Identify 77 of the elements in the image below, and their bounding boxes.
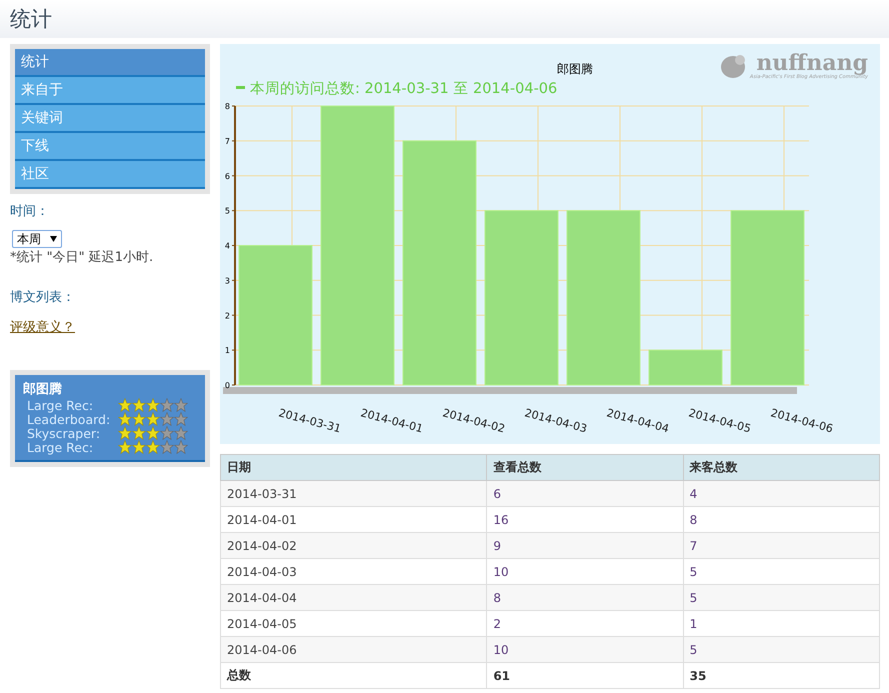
table-cell: 2014-04-06 (220, 636, 487, 662)
table-cell: 2 (486, 610, 684, 636)
star-icon (118, 412, 132, 426)
table-cell: 5 (683, 558, 880, 584)
star-icon (146, 440, 160, 454)
chart-title: 郎图腾 (557, 62, 593, 76)
sidebar-item[interactable]: 社区 (15, 161, 205, 189)
table-cell: 5 (683, 584, 880, 610)
table-cell: 8 (683, 506, 880, 532)
table-cell: 8 (486, 584, 684, 610)
star-icon (160, 440, 174, 454)
star-icon (132, 398, 146, 412)
y-tick-label: 2 (224, 311, 230, 320)
logo-text: nuffnang (756, 52, 868, 74)
rating-label: Large Rec: (27, 398, 94, 412)
delay-note: *统计 "今日" 延迟1小时. (10, 249, 154, 266)
column-header: 查看总数 (486, 454, 684, 480)
table-cell: 2014-04-04 (220, 584, 487, 610)
sidebar-item[interactable]: 来自于 (15, 77, 205, 105)
column-header: 日期 (220, 454, 487, 480)
table-cell: 2014-03-31 (220, 480, 487, 506)
star-icon (174, 426, 188, 440)
table-cell: 2014-04-02 (220, 532, 487, 558)
star-icon (160, 426, 174, 440)
sidebar-item[interactable]: 下线 (15, 133, 205, 161)
table-cell: 5 (683, 636, 880, 662)
rating-link[interactable]: 评级意义？ (10, 318, 75, 336)
table-cell: 7 (683, 532, 880, 558)
total-cell: 61 (486, 662, 684, 688)
star-icon (174, 412, 188, 426)
period-select[interactable]: 本周 (12, 230, 62, 248)
table-cell: 2014-04-01 (220, 506, 487, 532)
total-cell: 总数 (220, 662, 487, 688)
rating-label: Leaderboard: (27, 412, 112, 426)
star-icon (118, 440, 132, 454)
total-cell: 35 (683, 662, 880, 688)
star-icon (132, 440, 146, 454)
y-tick-label: 7 (224, 136, 230, 146)
star-icon (118, 426, 132, 440)
legend-item: 本周的访问总数: 2014-03-31 至 2014-04-06 (236, 81, 558, 97)
logo-icon (720, 53, 748, 79)
table-cell: 2014-04-03 (220, 558, 487, 584)
posts-label: 博文列表： (10, 289, 76, 306)
caret-icon (50, 236, 57, 242)
star-icon (146, 398, 160, 412)
star-icon (160, 398, 174, 412)
star-icon (118, 398, 132, 412)
page-title: 统计 (10, 6, 52, 33)
table-cell: 9 (486, 532, 684, 558)
time-label: 时间： (10, 203, 50, 220)
sidebar-item[interactable]: 统计 (15, 49, 205, 77)
star-icon (174, 398, 188, 412)
table-cell: 1 (683, 610, 880, 636)
table-cell: 6 (486, 480, 684, 506)
y-tick-label: 6 (224, 172, 230, 181)
star-icon (146, 426, 160, 440)
star-icon (132, 426, 146, 440)
table-cell: 4 (683, 480, 880, 506)
y-tick-label: 0 (224, 381, 230, 390)
table-cell: 2014-04-05 (220, 610, 487, 636)
y-tick-label: 3 (224, 276, 230, 286)
y-tick-label: 4 (224, 242, 230, 250)
rating-label: Large Rec: (27, 440, 94, 454)
star-icon (174, 440, 188, 454)
table-cell: 10 (486, 636, 684, 662)
blog-name: 郎图腾 (23, 380, 63, 398)
star-icon (132, 412, 146, 426)
sidebar-item[interactable]: 关键词 (15, 105, 205, 133)
y-tick-label: 1 (224, 346, 230, 356)
star-icon (146, 412, 160, 426)
column-header: 来客总数 (683, 454, 880, 480)
rating-label: Skyscraper: (27, 426, 102, 440)
y-tick-label: 8 (224, 102, 230, 111)
table-cell: 10 (486, 558, 684, 584)
star-icon (160, 412, 174, 426)
y-tick-label: 5 (224, 206, 230, 216)
table-cell: 16 (486, 506, 684, 532)
